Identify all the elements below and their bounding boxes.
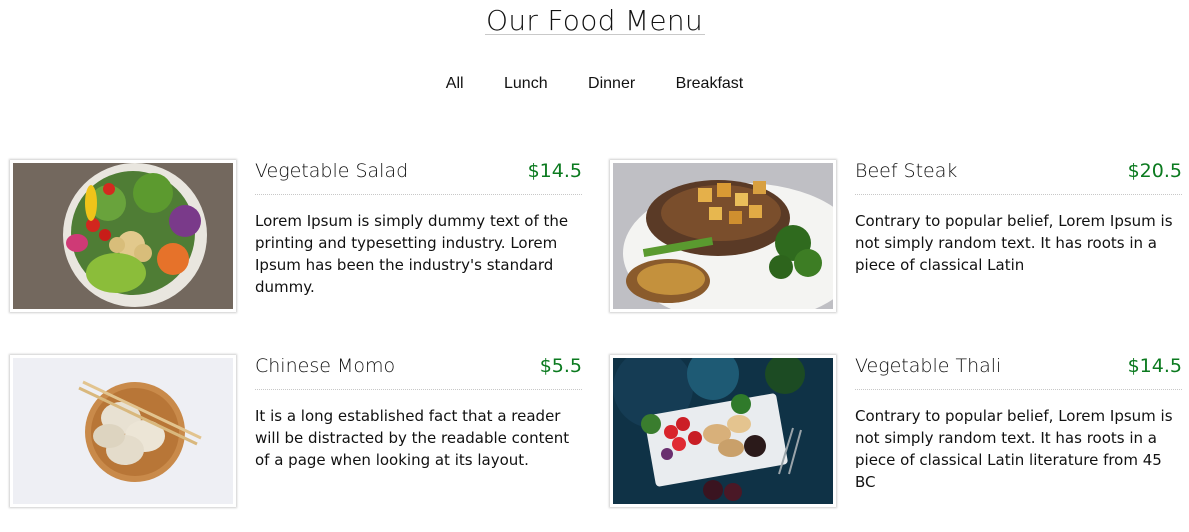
menu-item: Vegetable Thali $14.5 Contrary to popula… [610,355,1182,510]
item-price: $20.5 [1127,160,1182,182]
menu-item: Beef Steak $20.5 Contrary to popular bel… [610,160,1182,315]
vegetable-thali-image [610,355,836,507]
filter-tab-breakfast[interactable]: Breakfast [676,75,744,93]
filter-tab-dinner[interactable]: Dinner [588,75,635,93]
item-divider [255,194,582,195]
title-underline [485,34,705,35]
beef-steak-image [610,160,836,312]
item-price: $14.5 [527,160,582,182]
item-description: It is a long established fact that a rea… [255,407,570,469]
filter-nav: All Lunch Dinner Breakfast [0,75,1189,93]
item-price: $5.5 [539,355,582,377]
item-divider [855,194,1182,195]
filter-tab-all[interactable]: All [446,75,464,93]
menu-item: Vegetable Salad $14.5 Lorem Ipsum is sim… [10,160,582,315]
page-title: Our Food Menu [485,4,704,37]
vegetable-salad-image [10,160,236,312]
filter-tab-lunch[interactable]: Lunch [504,75,548,93]
item-divider [255,389,582,390]
item-description: Lorem Ipsum is simply dummy text of the … [255,212,569,296]
item-description: Contrary to popular belief, Lorem Ipsum … [855,407,1173,491]
menu-item: Chinese Momo $5.5 It is a long establish… [10,355,582,510]
item-name: Vegetable Salad [255,160,409,182]
item-name: Beef Steak [855,160,958,182]
item-price: $14.5 [1127,355,1182,377]
item-name: Chinese Momo [255,355,396,377]
item-description: Contrary to popular belief, Lorem Ipsum … [855,212,1173,274]
item-divider [855,389,1182,390]
chinese-momo-image [10,355,236,507]
item-name: Vegetable Thali [855,355,1002,377]
